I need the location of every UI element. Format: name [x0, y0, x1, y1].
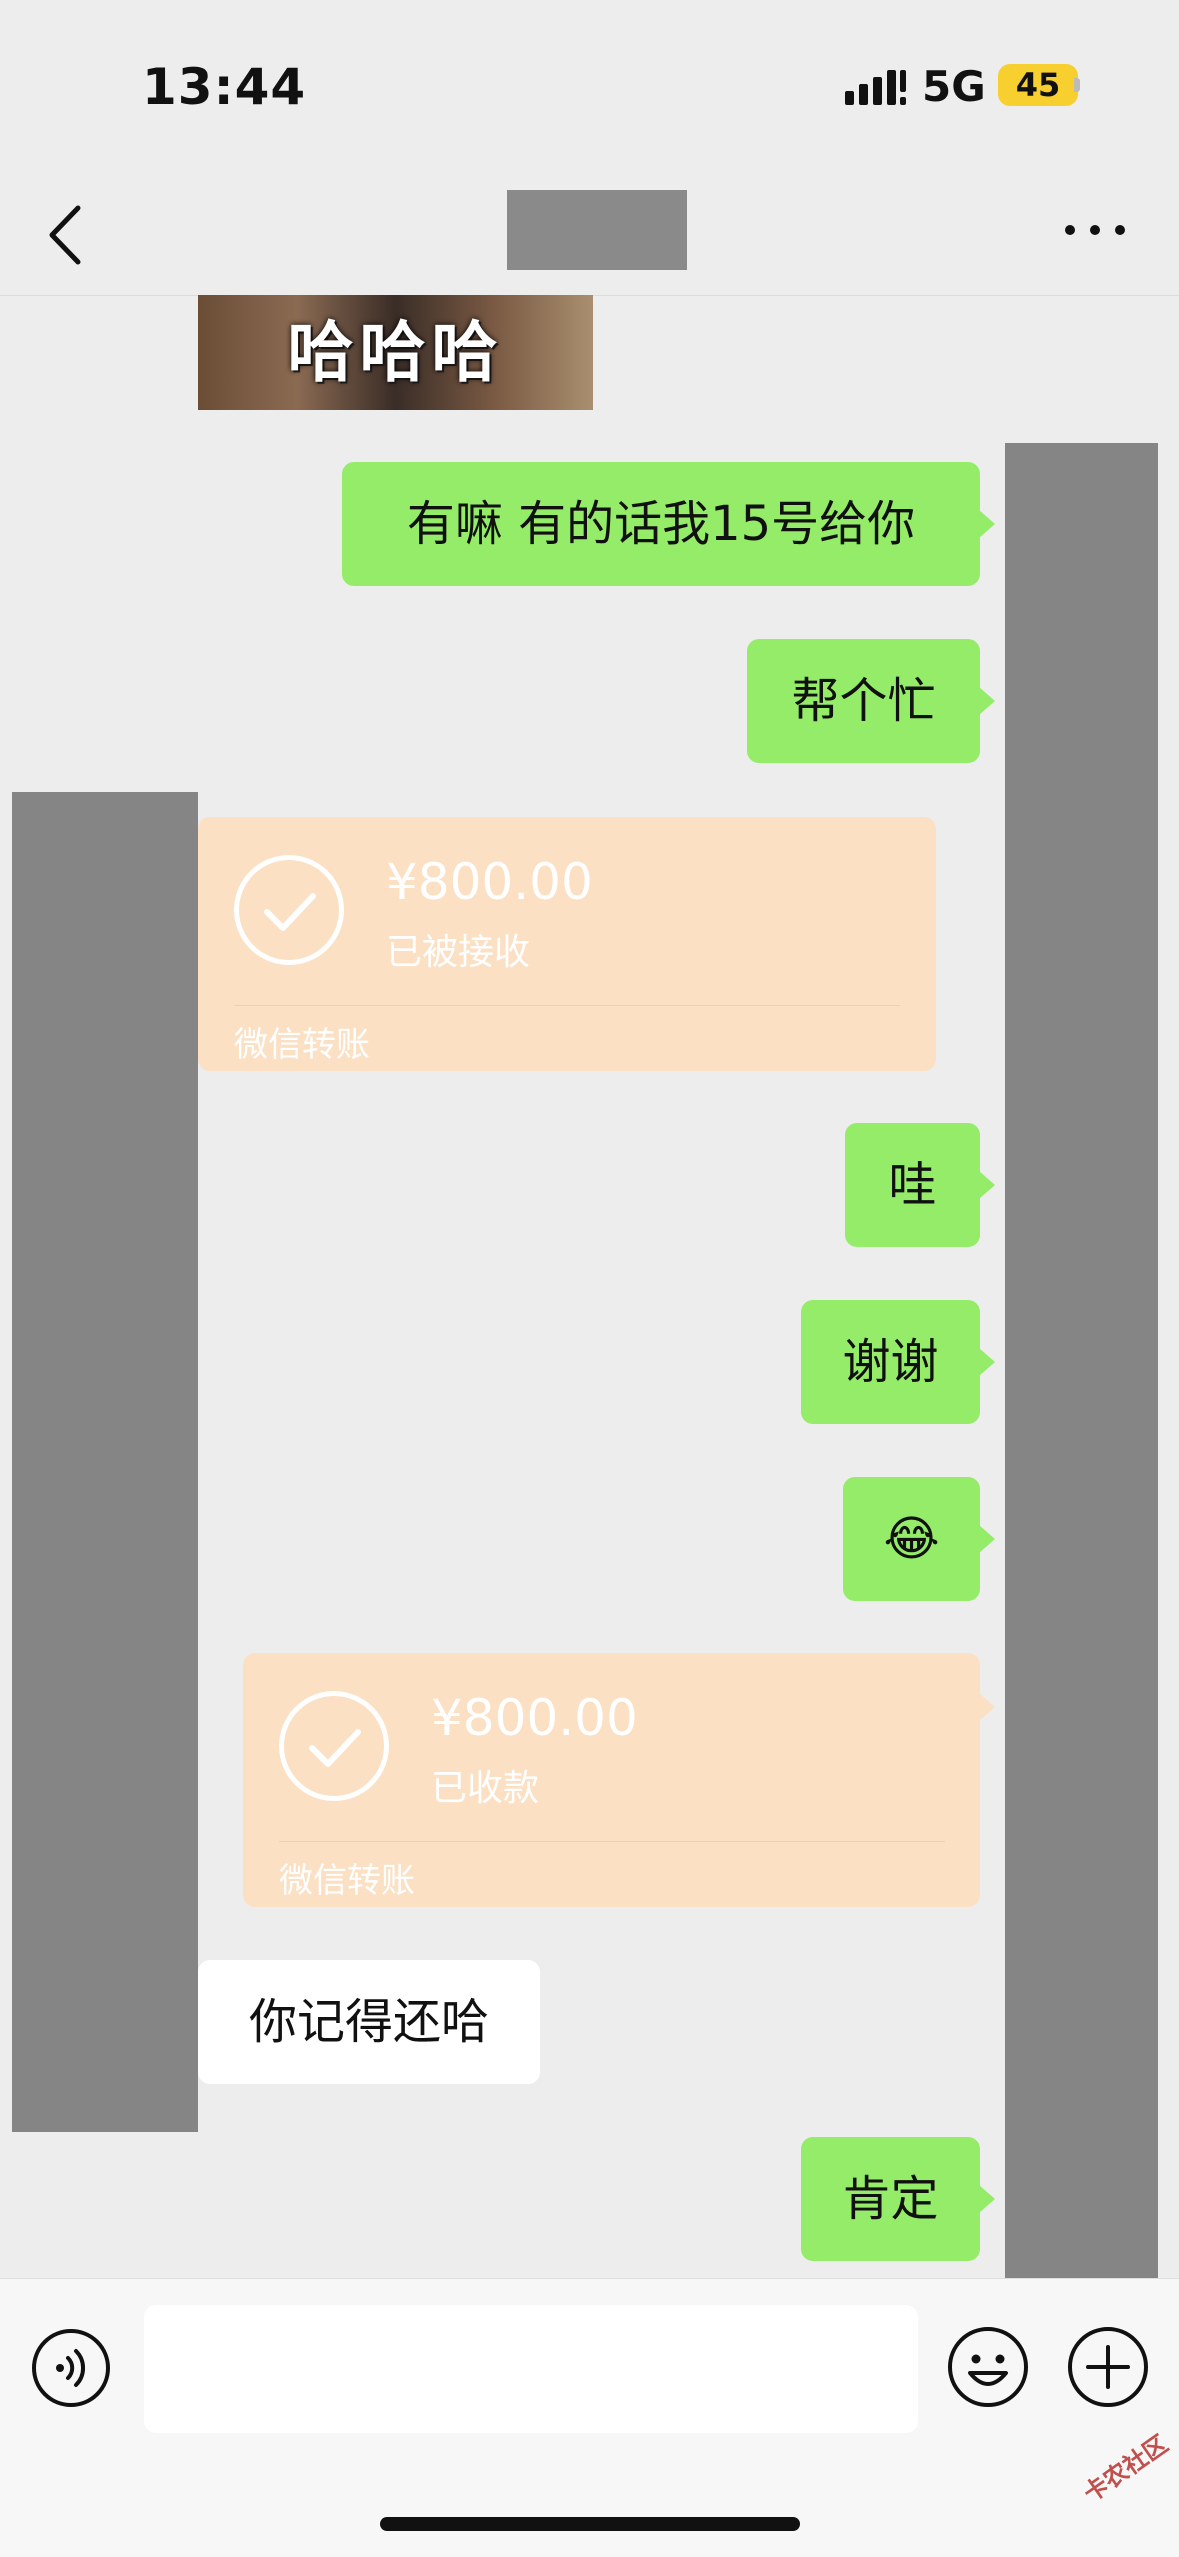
battery-tip — [1074, 78, 1080, 92]
message-bubble-incoming[interactable]: 你记得还哈 — [198, 1960, 540, 2084]
message-text: 肯定 — [842, 2171, 939, 2227]
home-indicator — [380, 2517, 800, 2531]
message-input[interactable] — [144, 2305, 918, 2433]
transfer-label: 微信转账 — [234, 1025, 370, 1065]
sticker-image-message[interactable]: 哈哈哈 — [198, 295, 593, 410]
more-horizontal-icon[interactable] — [1060, 210, 1130, 250]
message-text: 谢谢 — [842, 1334, 939, 1390]
battery-icon: 45 — [998, 64, 1078, 106]
bubble-tail — [979, 2185, 995, 2213]
bubble-tail — [979, 1693, 995, 1721]
bubble-tail — [979, 510, 995, 538]
transfer-status: 已被接收 — [386, 932, 531, 973]
message-bubble-outgoing[interactable]: 帮个忙 — [747, 639, 995, 763]
transfer-status: 已收款 — [431, 1768, 540, 1809]
check-circle-icon — [234, 855, 344, 965]
message-bubble-outgoing[interactable]: 有嘛 有的话我15号给你 — [342, 462, 995, 586]
sticker-text: 哈哈哈 — [287, 314, 504, 391]
chevron-left-icon[interactable] — [40, 200, 100, 270]
plus-icon[interactable] — [1066, 2325, 1150, 2409]
avatar-redacted-right — [1005, 443, 1158, 2278]
emoji-icon[interactable] — [946, 2325, 1030, 2409]
avatar-redacted-left — [12, 792, 198, 2132]
tears-of-joy-emoji-icon: 😂 — [883, 1511, 940, 1567]
message-bubble-outgoing[interactable]: 谢谢 — [801, 1300, 995, 1424]
status-time: 13:44 — [142, 58, 307, 116]
transfer-divider — [234, 1005, 900, 1006]
battery-level: 45 — [1015, 66, 1061, 104]
transfer-card[interactable]: ¥800.00 已被接收 微信转账 — [198, 817, 936, 1071]
transfer-label: 微信转账 — [279, 1861, 415, 1901]
message-text: 有嘛 有的话我15号给你 — [406, 496, 916, 552]
message-bubble-outgoing[interactable]: 哇 — [845, 1123, 995, 1247]
voice-icon[interactable] — [30, 2327, 112, 2409]
check-circle-icon — [279, 1691, 389, 1801]
bubble-tail — [979, 1171, 995, 1199]
chat-header — [0, 170, 1179, 296]
chat-title-redacted — [507, 190, 687, 270]
bubble-tail — [979, 687, 995, 715]
network-type: 5G — [922, 62, 986, 111]
transfer-amount: ¥800.00 — [431, 1689, 638, 1747]
bubble-tail — [979, 1348, 995, 1376]
transfer-divider — [279, 1841, 945, 1842]
input-bar — [0, 2278, 1179, 2557]
message-text: 你记得还哈 — [248, 1994, 489, 2050]
message-bubble-outgoing[interactable]: 肯定 — [801, 2137, 995, 2261]
transfer-card[interactable]: ¥800.00 已收款 微信转账 — [243, 1653, 995, 1907]
signal-icon — [845, 70, 906, 105]
status-bar: 13:44 5G 45 — [0, 0, 1179, 170]
message-bubble-outgoing[interactable]: 😂 — [843, 1477, 995, 1601]
message-text: 哇 — [888, 1157, 937, 1213]
transfer-amount: ¥800.00 — [386, 853, 593, 911]
bubble-tail — [979, 1525, 995, 1553]
message-text: 帮个忙 — [791, 673, 936, 729]
